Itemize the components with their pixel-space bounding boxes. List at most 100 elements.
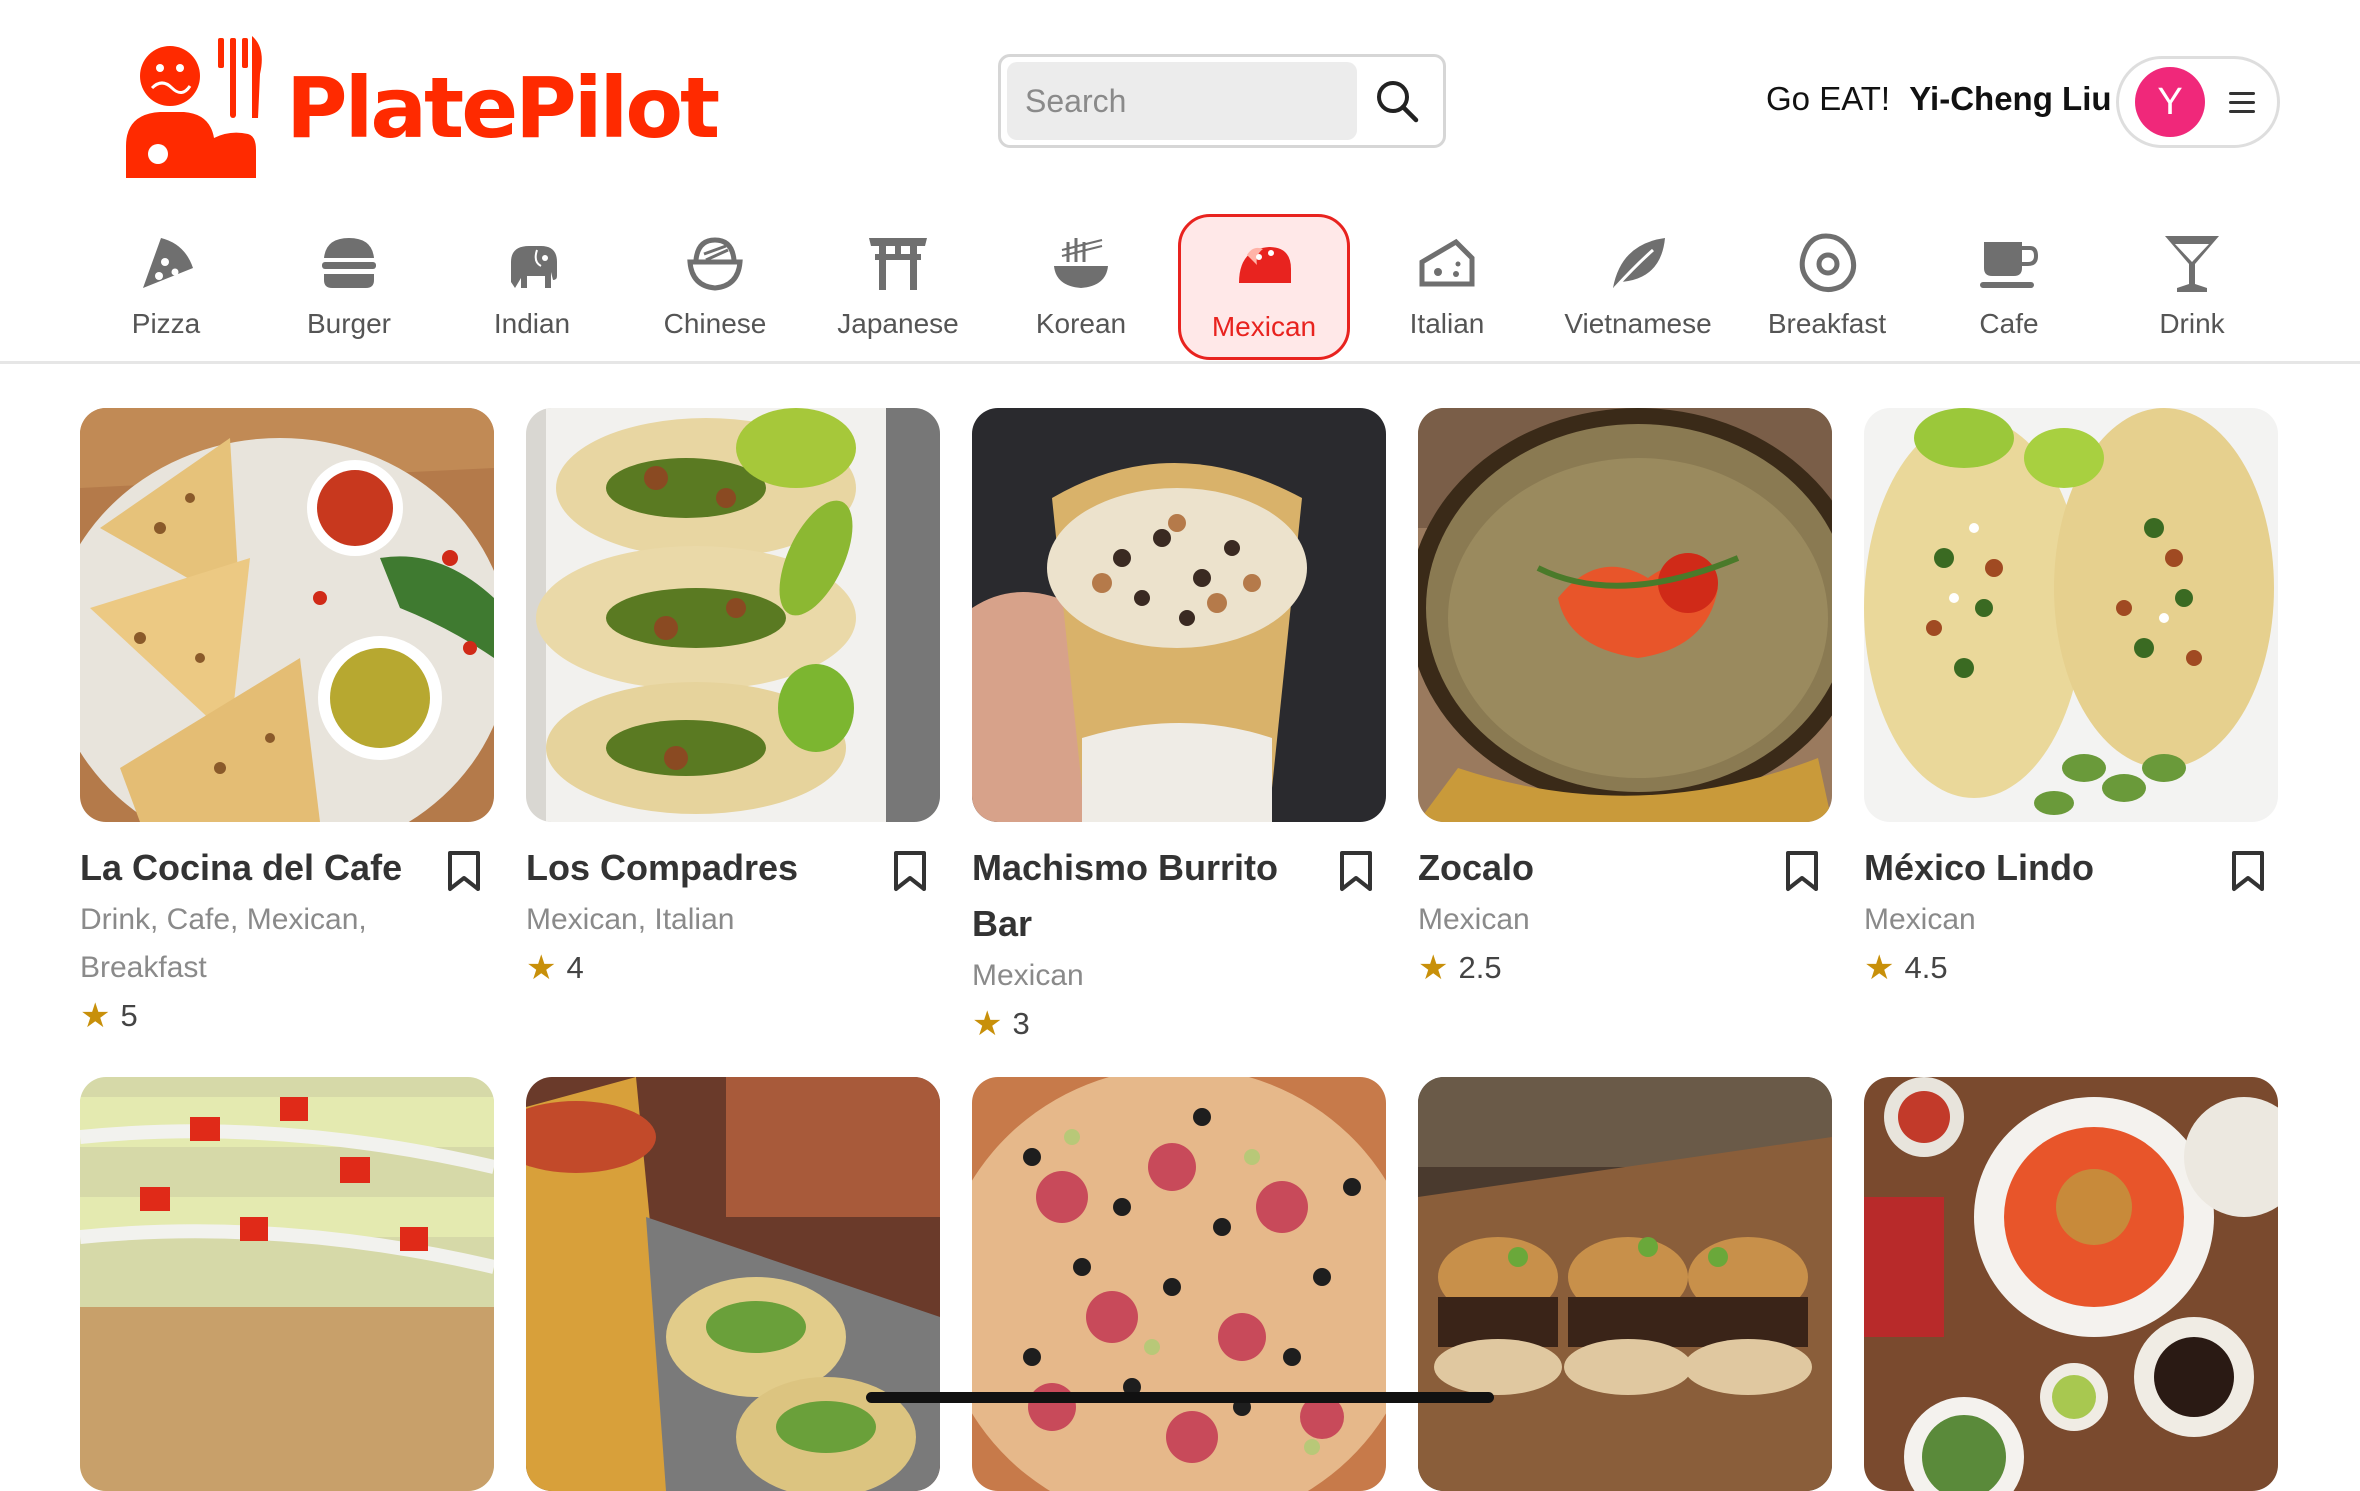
category-label: Drink bbox=[2159, 308, 2225, 339]
noodles-icon bbox=[1054, 238, 1108, 288]
category-chinese[interactable]: Chinese bbox=[629, 214, 801, 360]
restaurant-tags: Mexican, Italian bbox=[526, 903, 735, 936]
star-icon: ★ bbox=[526, 949, 557, 987]
restaurant-image[interactable] bbox=[80, 1077, 494, 1491]
restaurant-tags: Mexican bbox=[1864, 903, 1976, 936]
user-menu-button[interactable]: Y bbox=[2116, 56, 2280, 148]
category-label: Vietnamese bbox=[1564, 308, 1712, 339]
bookmark-icon[interactable] bbox=[2230, 850, 2266, 892]
home-indicator[interactable] bbox=[866, 1392, 1494, 1403]
restaurant-card[interactable] bbox=[1864, 1077, 2278, 1491]
category-label: Burger bbox=[306, 308, 392, 339]
cocktail-icon bbox=[2165, 236, 2219, 292]
restaurant-tags: Mexican bbox=[1418, 903, 1530, 936]
restaurant-name[interactable]: La Cocina del Cafe bbox=[80, 840, 440, 896]
bookmark-icon[interactable] bbox=[1784, 850, 1820, 892]
restaurant-image[interactable] bbox=[526, 1077, 940, 1491]
restaurant-card[interactable] bbox=[972, 1077, 1386, 1491]
category-vietnamese[interactable]: Vietnamese bbox=[1552, 214, 1724, 360]
restaurant-image[interactable] bbox=[972, 1077, 1386, 1491]
restaurant-card[interactable]: Zocalo Mexican ★ 2.5 bbox=[1418, 408, 1832, 992]
category-label: Breakfast bbox=[1767, 308, 1887, 339]
restaurant-image[interactable] bbox=[1864, 408, 2278, 822]
restaurant-card[interactable]: Machismo Burrito Bar Mexican ★ 3 bbox=[972, 408, 1386, 1048]
quesadilla-photo bbox=[80, 408, 494, 822]
margarita-photo bbox=[1418, 408, 1832, 822]
restaurant-card[interactable] bbox=[526, 1077, 940, 1491]
tacos-tray-photo bbox=[526, 408, 940, 822]
bookmark-icon[interactable] bbox=[1338, 850, 1374, 892]
hamburger-menu-icon bbox=[2229, 86, 2255, 119]
pizza-icon bbox=[143, 238, 193, 288]
taquitos-photo bbox=[80, 1077, 494, 1491]
rating-value: 5 bbox=[120, 998, 138, 1033]
category-pizza[interactable]: Pizza bbox=[80, 214, 252, 360]
restaurant-image[interactable] bbox=[80, 408, 494, 822]
restaurant-image[interactable] bbox=[1864, 1077, 2278, 1491]
greeting: Go EAT! Yi-Cheng Liu bbox=[1766, 80, 2112, 118]
category-label: Mexican bbox=[1211, 311, 1317, 342]
category-korean[interactable]: Korean bbox=[995, 214, 1167, 360]
coffee-icon bbox=[1980, 242, 2039, 288]
restaurant-image[interactable] bbox=[526, 408, 940, 822]
tacos-drink-photo bbox=[526, 1077, 940, 1491]
restaurant-card[interactable] bbox=[80, 1077, 494, 1491]
category-indian[interactable]: Indian bbox=[446, 214, 618, 360]
restaurant-rating: ★ 2.5 bbox=[1418, 944, 1832, 992]
category-breakfast[interactable]: Breakfast bbox=[1741, 214, 1913, 360]
cheese-icon bbox=[1419, 238, 1475, 287]
restaurant-name[interactable]: Machismo Burrito Bar bbox=[972, 840, 1332, 952]
taco-icon bbox=[1239, 247, 1291, 283]
restaurant-rating: ★ 5 bbox=[80, 992, 494, 1040]
restaurant-rating: ★ 4 bbox=[526, 944, 940, 992]
restaurant-name[interactable]: Los Compadres bbox=[526, 840, 886, 896]
category-drink[interactable]: Drink bbox=[2106, 214, 2278, 360]
leaf-icon bbox=[1613, 238, 1665, 290]
rating-value: 4.5 bbox=[1904, 950, 1948, 985]
star-icon: ★ bbox=[80, 997, 111, 1035]
app-name: PlatePilot bbox=[286, 59, 720, 157]
category-italian[interactable]: Italian bbox=[1361, 214, 1533, 360]
star-icon: ★ bbox=[972, 1005, 1003, 1043]
torii-icon bbox=[869, 238, 927, 290]
pizza-photo bbox=[972, 1077, 1386, 1491]
bookmark-icon[interactable] bbox=[892, 850, 928, 892]
search-button[interactable] bbox=[1357, 62, 1437, 140]
category-label: Japanese bbox=[837, 308, 959, 339]
bookmark-icon[interactable] bbox=[446, 850, 482, 892]
restaurant-image[interactable] bbox=[1418, 1077, 1832, 1491]
restaurant-name[interactable]: Zocalo bbox=[1418, 840, 1778, 896]
restaurant-tags: Drink, Cafe, Mexican, Breakfast bbox=[80, 903, 367, 984]
street-tacos-photo bbox=[1864, 408, 2278, 822]
platepilot-logo-icon bbox=[126, 36, 262, 178]
search-icon bbox=[1377, 81, 1419, 123]
category-japanese[interactable]: Japanese bbox=[812, 214, 984, 360]
category-burger[interactable]: Burger bbox=[263, 214, 435, 360]
restaurant-image[interactable] bbox=[1418, 408, 1832, 822]
burger-icon bbox=[322, 238, 376, 288]
avatar[interactable]: Y bbox=[2135, 67, 2205, 137]
restaurant-tags: Mexican bbox=[972, 959, 1084, 992]
restaurant-card[interactable] bbox=[1418, 1077, 1832, 1491]
search-box bbox=[998, 54, 1446, 148]
rating-value: 2.5 bbox=[1458, 950, 1502, 985]
restaurant-rating: ★ 4.5 bbox=[1864, 944, 2278, 992]
search-input[interactable] bbox=[1007, 62, 1357, 140]
restaurant-image[interactable] bbox=[972, 408, 1386, 822]
category-bar: Pizza Burger Indian Chinese Japanese Kor… bbox=[0, 210, 2360, 364]
restaurant-card[interactable]: La Cocina del Cafe Drink, Cafe, Mexican,… bbox=[80, 408, 494, 1040]
elephant-icon bbox=[511, 246, 557, 288]
category-mexican[interactable]: Mexican bbox=[1178, 214, 1350, 360]
user-name: Yi-Cheng Liu bbox=[1909, 80, 2112, 117]
restaurant-card[interactable]: México Lindo Mexican ★ 4.5 bbox=[1864, 408, 2278, 992]
category-label: Korean bbox=[1035, 308, 1127, 339]
sliders-photo bbox=[1418, 1077, 1832, 1491]
category-cafe[interactable]: Cafe bbox=[1923, 214, 2095, 360]
rating-value: 3 bbox=[1012, 1006, 1030, 1041]
restaurant-rating: ★ 3 bbox=[972, 1000, 1386, 1048]
restaurant-card[interactable]: Los Compadres Mexican, Italian ★ 4 bbox=[526, 408, 940, 992]
app-logo[interactable]: PlatePilot bbox=[118, 28, 720, 178]
greeting-prefix: Go EAT! bbox=[1766, 80, 1891, 117]
table-spread-photo bbox=[1864, 1077, 2278, 1491]
restaurant-name[interactable]: México Lindo bbox=[1864, 840, 2224, 896]
